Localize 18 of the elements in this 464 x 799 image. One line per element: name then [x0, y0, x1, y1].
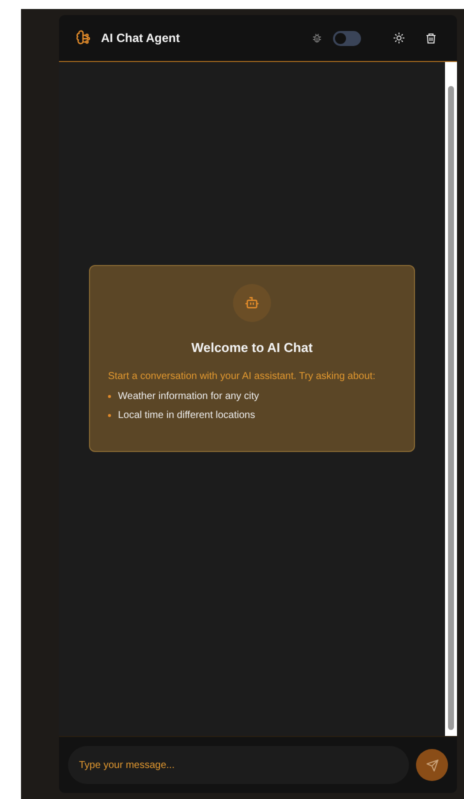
robot-icon [244, 295, 260, 311]
welcome-title: Welcome to AI Chat [191, 340, 313, 355]
debug-toggle[interactable] [333, 30, 361, 46]
message-input[interactable]: Type your message... [68, 746, 409, 784]
bug-icon [311, 32, 323, 44]
scrollbar[interactable] [445, 62, 457, 736]
theme-button[interactable] [391, 30, 407, 46]
sun-icon [393, 32, 405, 44]
trash-icon [425, 32, 437, 44]
bullet-dot [108, 414, 111, 417]
suggestion-text: Local time in different locations [118, 410, 256, 421]
welcome-subtitle: Start a conversation with your AI assistant. Try asking about: [108, 371, 376, 382]
send-icon [426, 758, 438, 772]
suggestion-text: Weather information for any city [118, 391, 259, 402]
brain-icon [75, 30, 91, 46]
send-button[interactable] [416, 749, 448, 781]
app-title: AI Chat Agent [101, 31, 181, 45]
bullet-dot [108, 395, 111, 398]
